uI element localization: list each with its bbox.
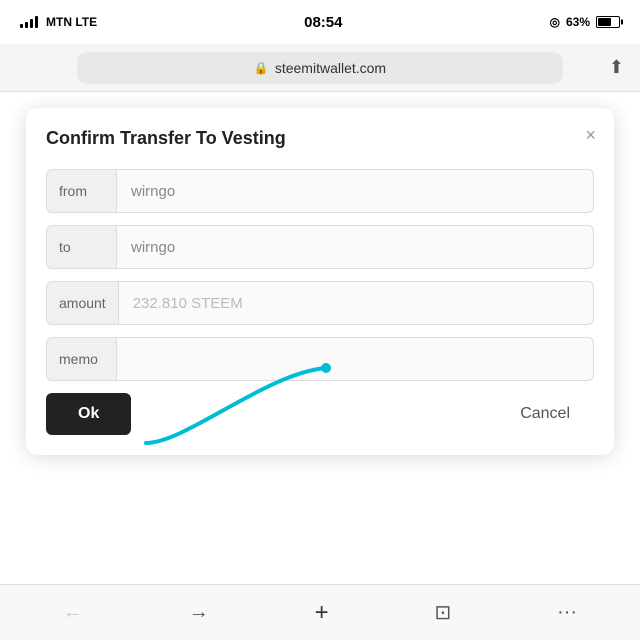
signal-bar-3 [30,19,33,28]
signal-bar-2 [25,22,28,28]
browser-bar: 🔒 steemitwallet.com ⬆ [0,44,640,92]
from-value: wirngo [117,183,593,200]
location-icon: ◎ [549,15,559,29]
page-content: Confirm Transfer To Vesting × from wirng… [0,92,640,471]
ok-button[interactable]: Ok [46,393,131,435]
memo-label: memo [47,338,117,380]
bottom-nav: ← → + ⊡ ··· [0,584,640,640]
amount-value: 232.810 STEEM [119,295,593,312]
close-button[interactable]: × [585,126,596,144]
battery-fill [598,18,611,26]
share-button[interactable]: ⬆ [609,57,624,78]
cancel-button[interactable]: Cancel [496,393,594,435]
modal-dialog: Confirm Transfer To Vesting × from wirng… [26,108,614,455]
status-left: MTN LTE [20,15,97,29]
to-field: to wirngo [46,225,594,269]
annotation-arrow [106,363,406,483]
status-right: ◎ 63% [549,15,620,29]
from-label: from [47,170,117,212]
time-display: 08:54 [304,14,342,31]
signal-bar-4 [35,16,38,28]
status-bar: MTN LTE 08:54 ◎ 63% [0,0,640,44]
new-tab-button[interactable]: + [299,591,345,635]
signal-bar-1 [20,24,23,28]
amount-label: amount [47,282,119,324]
modal-title: Confirm Transfer To Vesting [46,128,594,149]
to-value: wirngo [117,239,593,256]
battery-icon [596,16,620,28]
to-label: to [47,226,117,268]
amount-field: amount 232.810 STEEM [46,281,594,325]
back-button[interactable]: ← [47,593,99,632]
carrier-label: MTN LTE [46,15,97,29]
lock-icon: 🔒 [254,61,269,75]
pages-button[interactable]: ⊡ [418,592,467,633]
url-text: steemitwallet.com [275,60,386,76]
more-button[interactable]: ··· [541,593,593,632]
memo-field: memo [46,337,594,381]
url-bar[interactable]: 🔒 steemitwallet.com [77,52,563,84]
signal-bars [20,16,38,28]
battery-percent: 63% [566,15,590,29]
forward-button[interactable]: → [173,593,225,632]
button-row: Ok Cancel [46,393,594,435]
from-field: from wirngo [46,169,594,213]
